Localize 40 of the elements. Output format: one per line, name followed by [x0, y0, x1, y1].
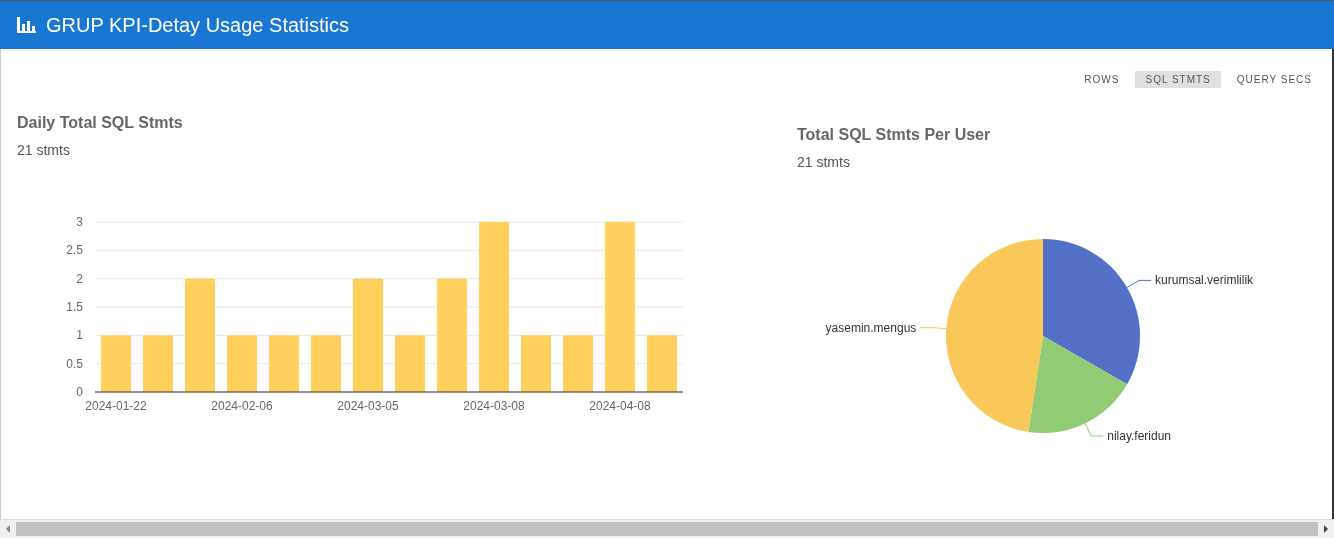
bar [563, 335, 593, 392]
bar [269, 335, 299, 392]
leader-line [919, 327, 947, 330]
scrollbar-thumb[interactable] [16, 522, 1318, 536]
axis-label: 2 [76, 271, 83, 286]
page-title: GRUP KPI-Detay Usage Statistics [46, 13, 350, 37]
slice-label: kurumsal.verimlilik [1155, 273, 1254, 288]
bar [101, 335, 131, 392]
leader-line [1126, 279, 1152, 288]
axis-label: 2024-02-06 [211, 399, 273, 413]
bar [395, 335, 425, 392]
bar-chart-icon [16, 16, 36, 34]
left-arrow-icon[interactable] [4, 524, 12, 534]
slice-label: nilay.feridun [1107, 429, 1172, 443]
axis-label: 1 [76, 328, 83, 343]
axis-label: 2024-01-22 [85, 399, 147, 413]
leader-line [1084, 422, 1104, 437]
right-arrow-icon[interactable] [1322, 524, 1330, 534]
chart-subtitle: 21 stmts [17, 142, 71, 158]
tab[interactable]: SQL STMTS [1135, 71, 1221, 88]
tab[interactable]: QUERY SECS [1226, 71, 1322, 88]
tab[interactable]: ROWS [1074, 71, 1130, 88]
axis-label: 1.5 [66, 300, 83, 314]
axis-label: 2024-03-08 [463, 399, 525, 413]
chart-subtitle: 21 stmts [797, 154, 851, 170]
bar [521, 335, 551, 392]
axis-label: 2024-03-05 [337, 399, 399, 413]
axis-label: 2024-04-08 [589, 399, 651, 413]
horizontal-scrollbar[interactable] [0, 519, 1334, 538]
axis-label: 3 [76, 215, 83, 229]
bar [143, 335, 173, 392]
chart-title: Daily Total SQL Stmts [17, 114, 184, 132]
chart-title: Total SQL Stmts Per User [797, 126, 992, 144]
slice-label: yasemin.mengus [825, 320, 917, 335]
axis-label: 0.5 [66, 356, 83, 371]
bar [311, 335, 341, 392]
bar [647, 335, 677, 392]
axis-label: 0 [76, 385, 83, 399]
axis-label: 2.5 [66, 243, 83, 258]
bar [227, 335, 257, 392]
